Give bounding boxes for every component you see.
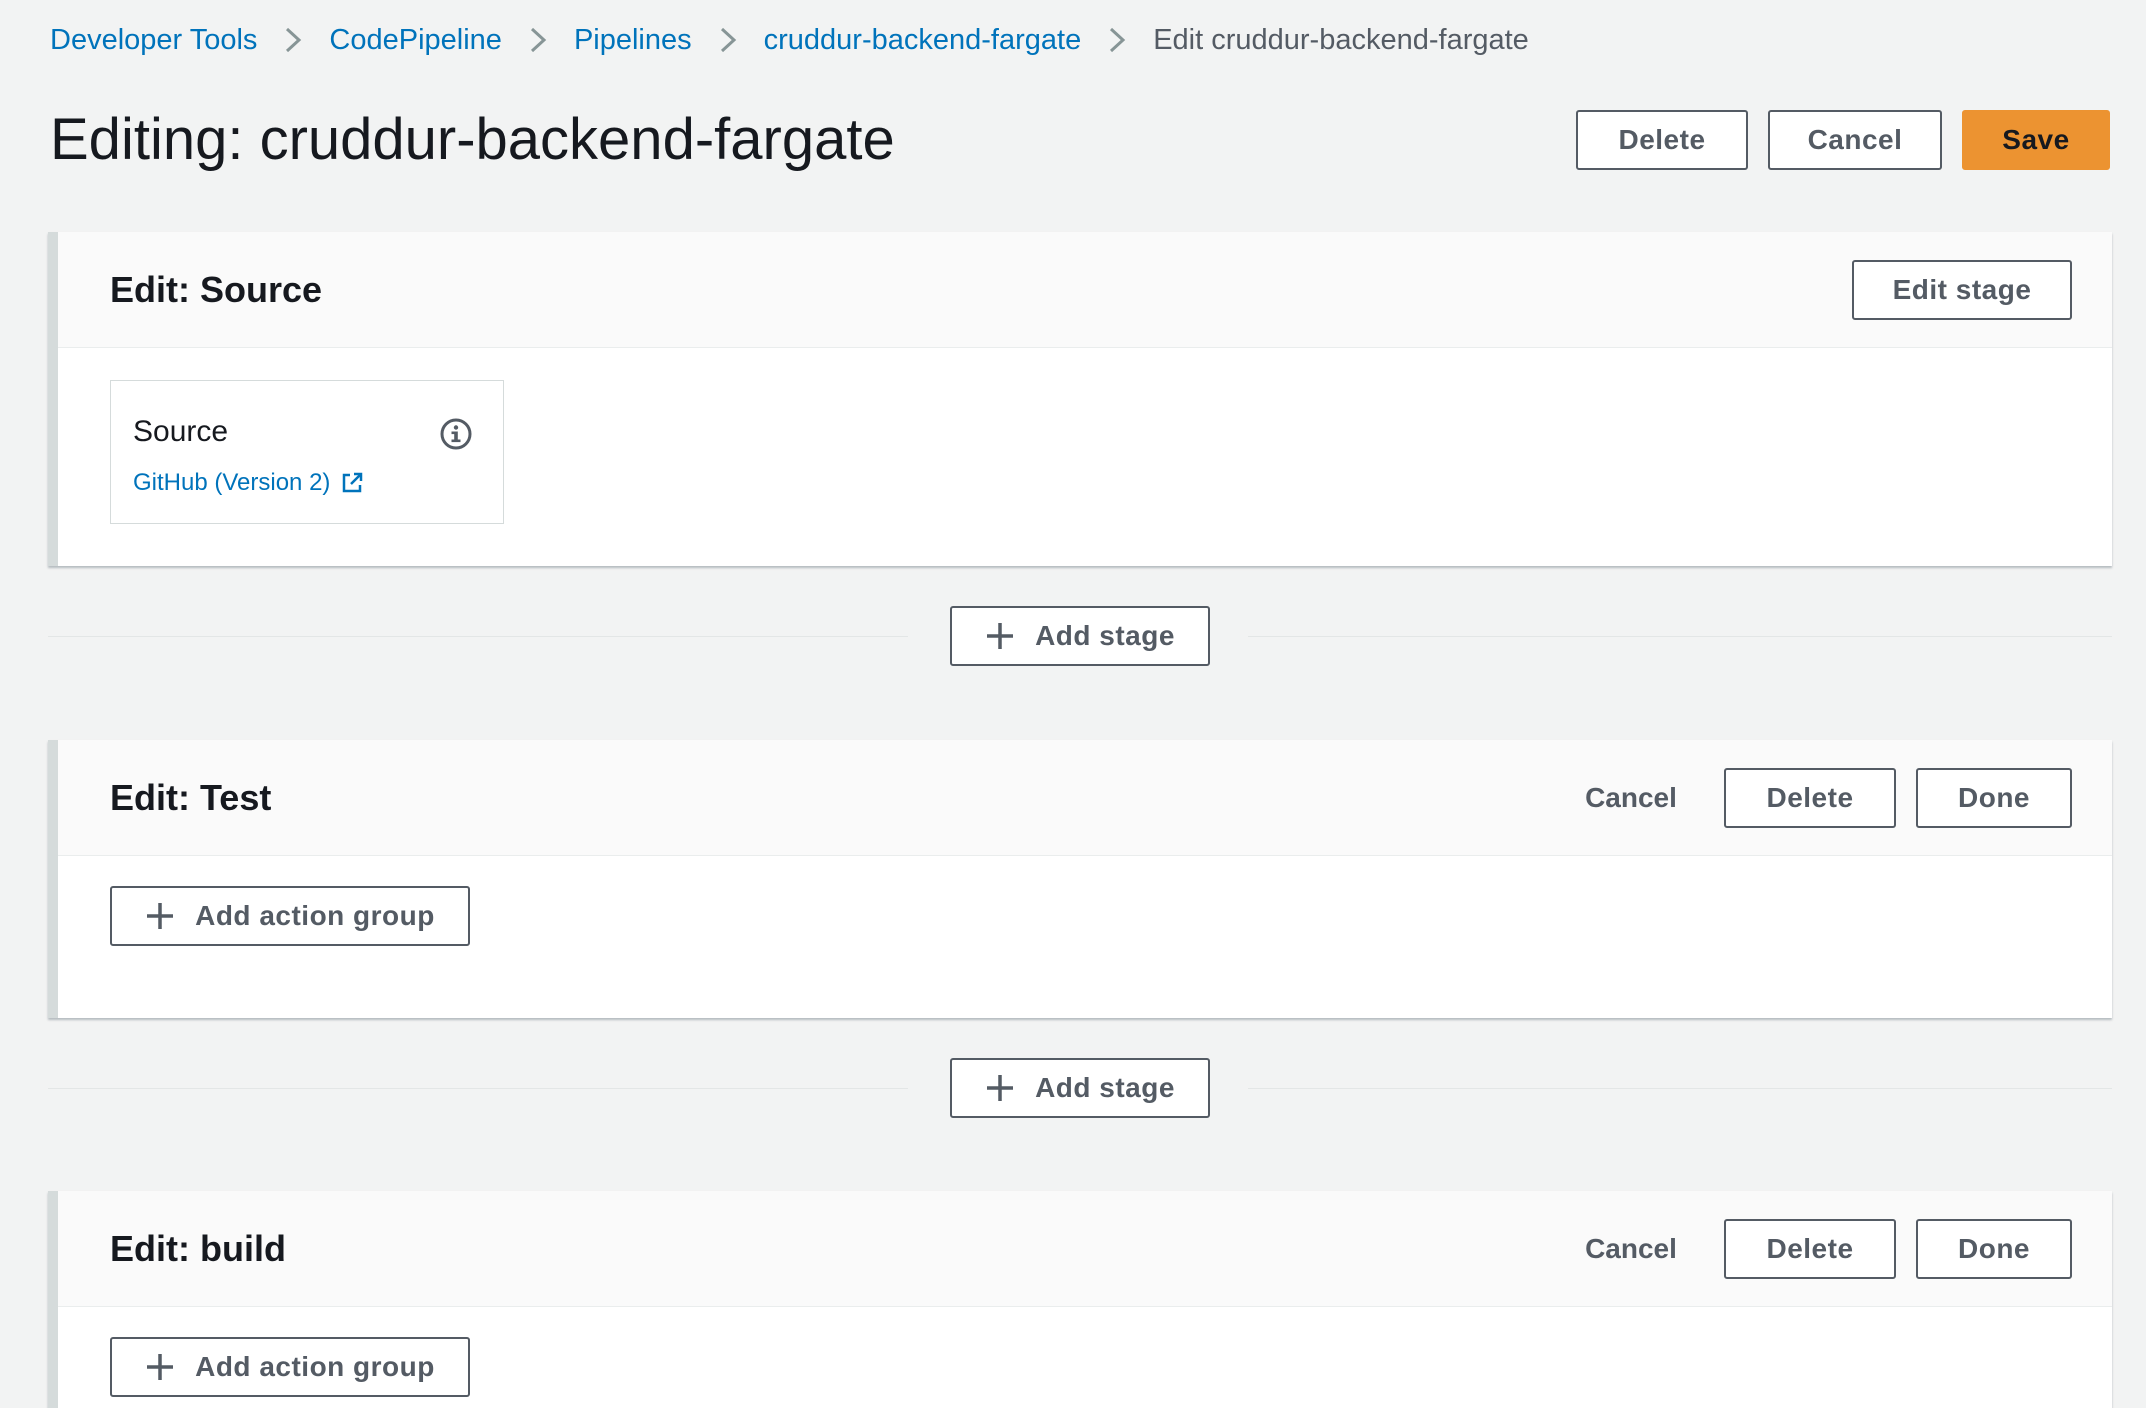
stage-header: Edit: Test Cancel Delete Done [58, 740, 2112, 856]
add-action-group-button[interactable]: Add action group [110, 1337, 470, 1397]
save-button[interactable]: Save [1962, 110, 2110, 170]
stage-source: Edit: Source Edit stage Source GitHub (V… [48, 232, 2112, 566]
action-provider-label: GitHub (Version 2) [133, 469, 331, 496]
cancel-edit-button[interactable]: Cancel [1768, 110, 1942, 170]
stage-test: Edit: Test Cancel Delete Done Add action… [48, 740, 2112, 1018]
chevron-right-icon [286, 27, 302, 53]
add-stage-row: Add stage [48, 606, 2112, 668]
breadcrumb-pipeline-name[interactable]: cruddur-backend-fargate [764, 24, 1082, 57]
stage-header: Edit: Source Edit stage [58, 232, 2112, 348]
divider [48, 1088, 908, 1089]
divider [1248, 636, 2112, 637]
action-provider-link[interactable]: GitHub (Version 2) [133, 469, 364, 497]
stage-build: Edit: build Cancel Delete Done Add actio… [48, 1191, 2112, 1408]
stage-header: Edit: build Cancel Delete Done [58, 1191, 2112, 1307]
add-stage-row: Add stage [48, 1058, 2112, 1120]
delete-pipeline-button[interactable]: Delete [1576, 110, 1748, 170]
page-title: Editing: cruddur-backend-fargate [50, 107, 895, 172]
plus-icon [147, 1354, 174, 1380]
breadcrumb: Developer Tools CodePipeline Pipelines c… [50, 18, 1529, 62]
chevron-right-icon [720, 27, 736, 53]
plus-icon [147, 903, 174, 929]
done-stage-button[interactable]: Done [1916, 1219, 2072, 1279]
chevron-right-icon [1110, 27, 1126, 53]
divider [1248, 1088, 2112, 1089]
divider [48, 636, 908, 637]
cancel-stage-button[interactable]: Cancel [1568, 768, 1694, 828]
add-action-group-button[interactable]: Add action group [110, 886, 470, 946]
chevron-right-icon [530, 27, 547, 53]
breadcrumb-pipelines[interactable]: Pipelines [574, 24, 692, 57]
edit-pipeline-page: Developer Tools CodePipeline Pipelines c… [0, 0, 2146, 1408]
stage-title: Edit: Source [110, 269, 323, 310]
delete-stage-button[interactable]: Delete [1724, 768, 1896, 828]
stage-title: Edit: build [110, 1228, 286, 1269]
add-action-group-label: Add action group [195, 1351, 435, 1382]
action-card-source[interactable]: Source GitHub (Version 2) [110, 380, 504, 524]
stage-title: Edit: Test [110, 777, 272, 818]
breadcrumb-developer-tools[interactable]: Developer Tools [50, 24, 257, 57]
delete-stage-button[interactable]: Delete [1724, 1219, 1896, 1279]
add-stage-label: Add stage [1035, 620, 1175, 651]
add-stage-button[interactable]: Add stage [950, 606, 1210, 666]
plus-icon [987, 623, 1014, 649]
breadcrumb-codepipeline[interactable]: CodePipeline [329, 24, 502, 57]
add-stage-button[interactable]: Add stage [950, 1058, 1210, 1118]
add-stage-label: Add stage [1035, 1072, 1175, 1103]
done-stage-button[interactable]: Done [1916, 768, 2072, 828]
external-link-icon [343, 472, 363, 493]
add-action-group-label: Add action group [195, 900, 435, 931]
edit-stage-button[interactable]: Edit stage [1852, 260, 2072, 320]
action-name: Source [133, 415, 229, 448]
cancel-stage-button[interactable]: Cancel [1568, 1219, 1694, 1279]
plus-icon [987, 1075, 1014, 1101]
info-icon[interactable] [439, 417, 473, 451]
breadcrumb-current: Edit cruddur-backend-fargate [1153, 23, 1529, 56]
